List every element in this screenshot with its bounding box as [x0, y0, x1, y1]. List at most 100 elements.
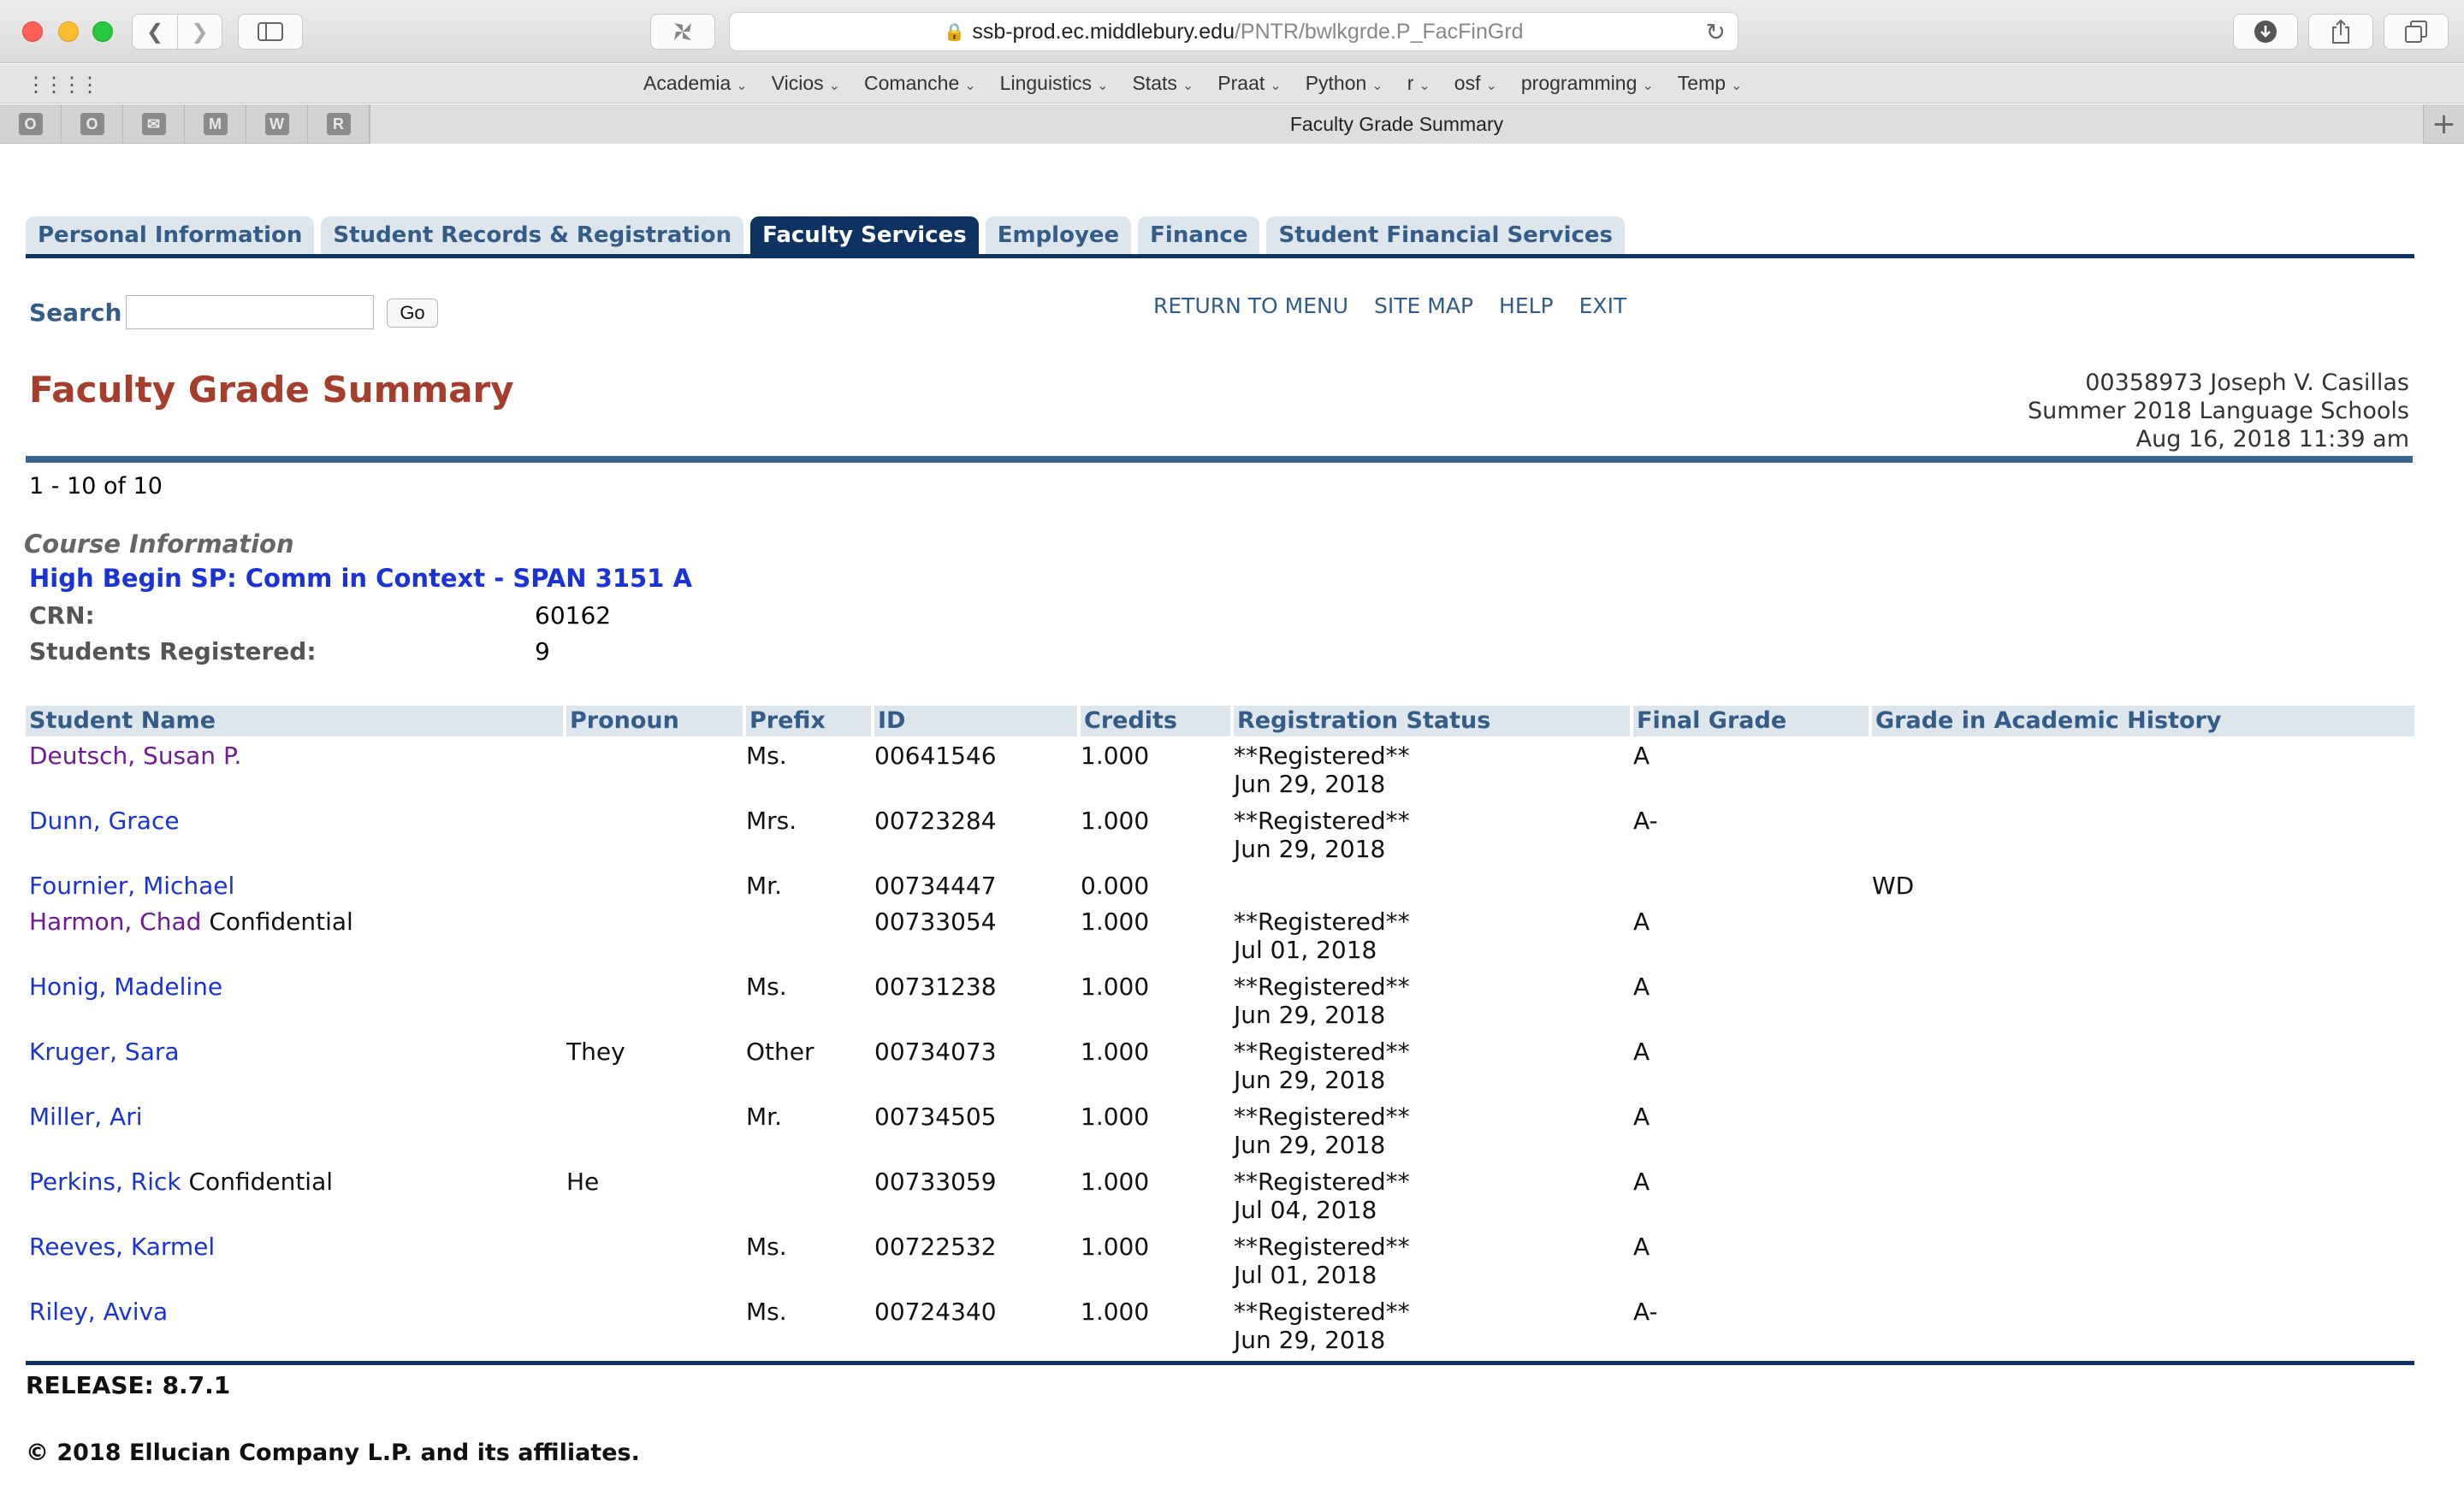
download-icon — [2254, 21, 2277, 43]
back-button[interactable]: ❮ — [133, 15, 177, 49]
chevron-down-icon: ⌄ — [1419, 79, 1430, 93]
student-name-link[interactable]: Deutsch, Susan P. — [29, 742, 241, 770]
link-return-to-menu[interactable]: RETURN TO MENU — [1153, 293, 1348, 318]
student-name-link[interactable]: Kruger, Sara — [29, 1038, 180, 1066]
link-exit[interactable]: EXIT — [1579, 293, 1627, 318]
bookmark-r[interactable]: r ⌄ — [1395, 72, 1442, 95]
column-header-id[interactable]: ID — [871, 706, 1077, 736]
tab-student-financial-services[interactable]: Student Financial Services — [1266, 216, 1626, 254]
tab-faculty-services[interactable]: Faculty Services — [750, 216, 979, 254]
pinned-tab[interactable]: O — [62, 104, 123, 144]
sidebar-icon — [258, 22, 283, 41]
column-header-prefix[interactable]: Prefix — [743, 706, 871, 736]
active-browser-tab[interactable]: Faculty Grade Summary — [370, 104, 2423, 144]
credits-cell: 1.000 — [1081, 1038, 1150, 1066]
bookmark-temp[interactable]: Temp ⌄ — [1666, 72, 1755, 95]
registration-status-cell: **Registered** Jun 29, 2018 — [1230, 1103, 1410, 1159]
student-name-cell: Riley, Aviva — [26, 1298, 168, 1326]
table-row: Deutsch, Susan P. Ms. 00641546 1.000 **Regis… — [26, 736, 2414, 801]
bookmark-label: osf — [1454, 72, 1481, 94]
student-name-link[interactable]: Reeves, Karmel — [29, 1233, 215, 1261]
forward-button[interactable]: ❯ — [177, 15, 222, 49]
bookmark-label: Temp — [1677, 72, 1727, 94]
tab-student-records-registration[interactable]: Student Records & Registration — [321, 216, 744, 254]
student-name-link[interactable]: Dunn, Grace — [29, 807, 180, 835]
bookmark-praat[interactable]: Praat ⌄ — [1205, 72, 1293, 95]
prefix-cell: Other — [746, 1038, 814, 1066]
extension-button[interactable] — [650, 14, 715, 50]
url-path: /PNTR/bwlkgrde.P_FacFinGrd — [1234, 19, 1524, 44]
student-name-cell: Harmon, Chad Confidential — [26, 908, 353, 936]
share-button[interactable] — [2308, 14, 2373, 50]
credits-cell: 1.000 — [1081, 1233, 1150, 1261]
bookmark-stats[interactable]: Stats ⌄ — [1120, 72, 1205, 95]
pinned-tab[interactable]: O — [0, 104, 62, 144]
credits-cell: 1.000 — [1081, 908, 1150, 936]
student-id-cell: 00734447 — [874, 872, 997, 900]
registration-date: Jun 29, 2018 — [1234, 770, 1386, 798]
chevron-down-icon: ⌄ — [1485, 79, 1497, 93]
user-info: 00358973 Joseph V. Casillas Summer 2018 … — [2028, 369, 2409, 453]
bookmark-list: Academia ⌄ Vicios ⌄ Comanche ⌄ Linguistics ⌄ Sta… — [631, 72, 1754, 95]
registration-status: **Registered** — [1234, 807, 1410, 835]
go-button[interactable]: Go — [387, 299, 438, 328]
minimize-window-button[interactable] — [58, 21, 79, 42]
registration-date: Jul 01, 2018 — [1234, 1261, 1377, 1289]
registration-status: **Registered** — [1234, 1038, 1410, 1066]
course-name: High Begin SP: Comm in Context - SPAN 31… — [29, 564, 692, 593]
tab-overview-button[interactable] — [2384, 14, 2449, 50]
student-name-link[interactable]: Perkins, Rick — [29, 1168, 181, 1196]
table-row: Fournier, Michael Mr. 00734447 0.000 WD — [26, 866, 2414, 902]
bookmark-comanche[interactable]: Comanche ⌄ — [852, 72, 988, 95]
registration-status-cell: **Registered** Jun 29, 2018 — [1230, 1038, 1410, 1094]
bookmark-linguistics[interactable]: Linguistics ⌄ — [988, 72, 1121, 95]
close-window-button[interactable] — [22, 21, 43, 42]
pinned-tab[interactable]: W — [246, 104, 308, 144]
pinned-tab[interactable]: R — [308, 104, 370, 144]
registration-status: **Registered** — [1234, 1103, 1410, 1131]
bookmark-programming[interactable]: programming ⌄ — [1509, 72, 1666, 95]
chevron-down-icon: ⌄ — [1731, 79, 1743, 93]
tab-employee[interactable]: Employee — [985, 216, 1132, 254]
final-grade-cell: A — [1633, 973, 1650, 1001]
new-tab-button[interactable]: + — [2423, 104, 2464, 144]
link-site-map[interactable]: SITE MAP — [1374, 293, 1473, 318]
column-header-registration-status[interactable]: Registration Status — [1230, 706, 1630, 736]
column-header-credits[interactable]: Credits — [1077, 706, 1230, 736]
title-divider — [26, 456, 2413, 463]
student-name-cell: Kruger, Sara — [26, 1038, 180, 1066]
column-header-pronoun[interactable]: Pronoun — [563, 706, 743, 736]
fullscreen-window-button[interactable] — [92, 21, 113, 42]
tab-finance[interactable]: Finance — [1138, 216, 1260, 254]
student-name-link[interactable]: Honig, Madeline — [29, 973, 222, 1001]
column-header-final-grade[interactable]: Final Grade — [1630, 706, 1869, 736]
pinned-tab[interactable]: ✉ — [123, 104, 185, 144]
bookmark-python[interactable]: Python ⌄ — [1294, 72, 1395, 95]
column-header-student-name[interactable]: Student Name — [26, 706, 563, 736]
downloads-button[interactable] — [2233, 14, 2298, 50]
bookmark-academia[interactable]: Academia ⌄ — [631, 72, 760, 95]
bookmark-osf[interactable]: osf ⌄ — [1442, 72, 1509, 95]
chevron-down-icon: ⌄ — [736, 79, 748, 93]
tab-personal-information[interactable]: Personal Information — [26, 216, 315, 254]
registration-status-cell: **Registered** Jun 29, 2018 — [1230, 973, 1410, 1029]
student-name-link[interactable]: Fournier, Michael — [29, 872, 234, 900]
search-input[interactable] — [126, 295, 374, 329]
credits-cell: 1.000 — [1081, 742, 1150, 770]
sidebar-toggle-button[interactable] — [238, 14, 303, 50]
search-label: Search — [29, 299, 122, 327]
student-name-link[interactable]: Harmon, Chad — [29, 908, 201, 936]
link-help[interactable]: HELP — [1499, 293, 1554, 318]
pinned-tab-favicon-icon: ✉ — [141, 113, 166, 135]
column-header-grade-in-academic-history[interactable]: Grade in Academic History — [1869, 706, 2414, 736]
student-name-link[interactable]: Riley, Aviva — [29, 1298, 168, 1326]
grid-apps-icon[interactable]: ⋮⋮⋮⋮ — [26, 73, 100, 98]
bookmark-vicios[interactable]: Vicios ⌄ — [760, 72, 852, 95]
reload-icon[interactable]: ↻ — [1706, 18, 1726, 46]
pinned-tab[interactable]: M — [185, 104, 246, 144]
grades-table: Student Name Pronoun Prefix ID Credits Regist… — [26, 706, 2414, 1357]
chevron-right-icon: ❯ — [191, 20, 209, 44]
student-id-cell: 00734505 — [874, 1103, 997, 1131]
student-name-link[interactable]: Miller, Ari — [29, 1103, 142, 1131]
address-bar[interactable]: 🔒 ssb-prod.ec.middlebury.edu/PNTR/bwlkgr… — [729, 12, 1738, 51]
